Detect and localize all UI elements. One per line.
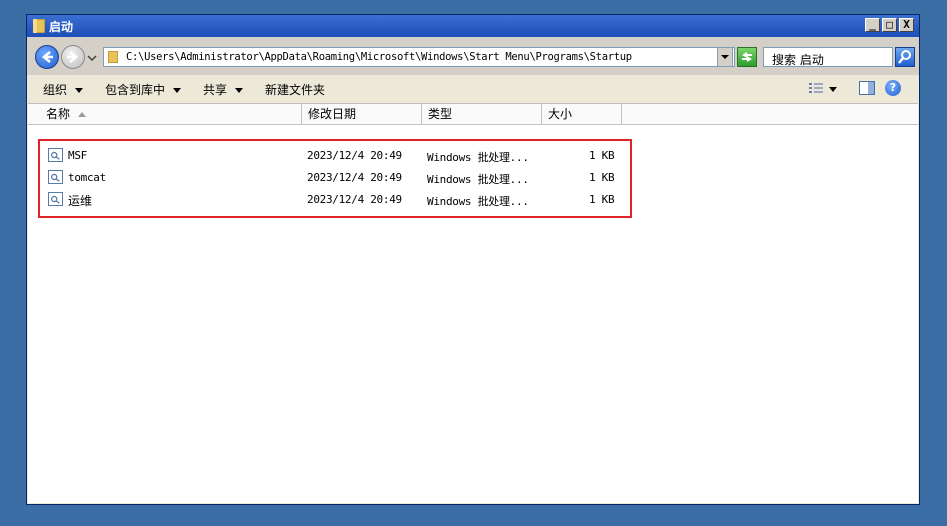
search-input[interactable]: 搜索 启动 xyxy=(763,47,893,67)
view-dropdown-button[interactable] xyxy=(829,82,837,96)
address-bar: C:\Users\Administrator\AppData\Roaming\M… xyxy=(27,37,919,75)
refresh-button[interactable] xyxy=(737,47,757,67)
file-type: Windows 批处理... xyxy=(427,195,529,208)
close-button[interactable]: X xyxy=(899,18,914,32)
column-type[interactable]: 类型 xyxy=(422,104,542,124)
column-header: 名称 修改日期 类型 大小 xyxy=(28,103,918,125)
file-row[interactable]: 运维 2023/12/4 20:49 Windows 批处理... 1 KB xyxy=(28,189,918,211)
refresh-icon xyxy=(742,52,752,62)
address-path: C:\Users\Administrator\AppData\Roaming\M… xyxy=(126,51,632,63)
column-size[interactable]: 大小 xyxy=(542,104,622,124)
column-modified-label: 修改日期 xyxy=(308,107,357,121)
file-modified: 2023/12/4 20:49 xyxy=(307,149,402,162)
file-name: tomcat xyxy=(68,171,106,184)
share-menu[interactable]: 共享 xyxy=(203,81,244,98)
batch-file-icon xyxy=(48,148,63,162)
chevron-down-icon xyxy=(721,55,729,59)
file-row[interactable]: tomcat 2023/12/4 20:49 Windows 批处理... 1 … xyxy=(28,167,918,189)
chevron-down-icon xyxy=(173,88,182,93)
search-button[interactable] xyxy=(895,47,915,67)
file-name: 运维 xyxy=(68,194,93,208)
column-size-label: 大小 xyxy=(548,107,573,121)
chevron-down-icon xyxy=(75,88,84,93)
column-modified[interactable]: 修改日期 xyxy=(302,104,422,124)
maximize-button[interactable]: □ xyxy=(882,18,897,32)
folder-icon xyxy=(108,51,118,63)
organize-label: 组织 xyxy=(43,83,68,97)
share-label: 共享 xyxy=(203,83,228,97)
view-options-icon[interactable] xyxy=(809,82,823,94)
file-row[interactable]: MSF 2023/12/4 20:49 Windows 批处理... 1 KB xyxy=(28,145,918,167)
file-modified: 2023/12/4 20:49 xyxy=(307,171,402,184)
column-name-label: 名称 xyxy=(46,107,71,121)
forward-button[interactable] xyxy=(61,45,85,69)
chevron-down-icon xyxy=(235,88,244,93)
preview-pane-icon[interactable] xyxy=(859,81,875,95)
search-placeholder: 搜索 启动 xyxy=(772,53,824,67)
batch-file-icon xyxy=(48,170,63,184)
file-size: 1 KB xyxy=(589,171,615,184)
search-icon xyxy=(898,50,911,64)
new-folder-button[interactable]: 新建文件夹 xyxy=(265,81,325,98)
arrow-right-icon xyxy=(67,51,78,63)
back-button[interactable] xyxy=(35,45,59,69)
chevron-down-icon xyxy=(829,87,837,92)
command-toolbar: 组织 包含到库中 共享 新建文件夹 ? xyxy=(27,75,919,103)
explorer-window: 启动 _ □ X C:\Users\Administrator\AppData\… xyxy=(26,14,920,505)
file-size: 1 KB xyxy=(589,193,615,206)
include-in-library-label: 包含到库中 xyxy=(105,83,166,97)
batch-file-icon xyxy=(48,192,63,206)
sort-ascending-icon xyxy=(78,112,87,117)
history-dropdown-icon[interactable] xyxy=(87,53,97,63)
file-size: 1 KB xyxy=(589,149,615,162)
window-title: 启动 xyxy=(49,20,74,34)
file-type: Windows 批处理... xyxy=(427,173,529,186)
include-in-library-menu[interactable]: 包含到库中 xyxy=(105,81,182,98)
folder-icon xyxy=(33,19,45,33)
file-modified: 2023/12/4 20:49 xyxy=(307,193,402,206)
file-type: Windows 批处理... xyxy=(427,151,529,164)
column-type-label: 类型 xyxy=(428,107,453,121)
title-bar[interactable]: 启动 _ □ X xyxy=(27,15,919,37)
organize-menu[interactable]: 组织 xyxy=(43,81,84,98)
address-field[interactable]: C:\Users\Administrator\AppData\Roaming\M… xyxy=(103,47,735,67)
address-dropdown-button[interactable] xyxy=(717,47,733,67)
help-icon[interactable]: ? xyxy=(885,80,901,96)
arrow-left-icon xyxy=(42,51,53,63)
minimize-button[interactable]: _ xyxy=(865,18,880,32)
file-name: MSF xyxy=(68,149,87,162)
file-list: MSF 2023/12/4 20:49 Windows 批处理... 1 KB … xyxy=(28,125,918,503)
column-name[interactable]: 名称 xyxy=(40,104,302,124)
